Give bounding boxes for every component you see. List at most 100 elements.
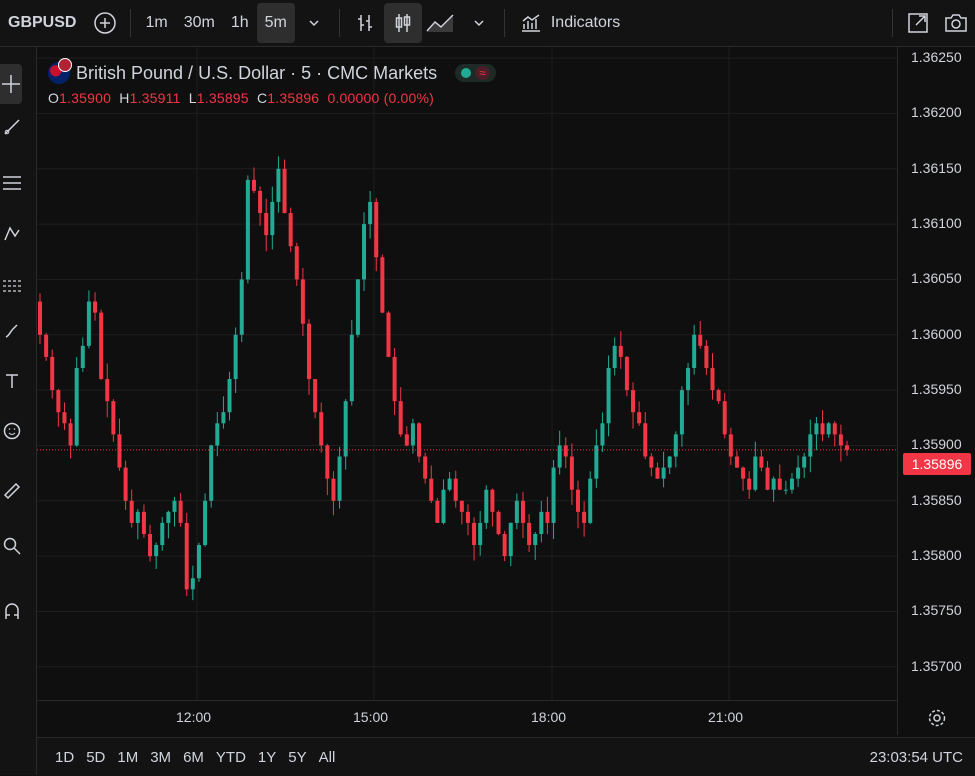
range-5d[interactable]: 5D <box>80 749 111 766</box>
candle-body <box>826 423 831 435</box>
text-tool[interactable] <box>0 367 24 395</box>
candle-body <box>93 301 98 313</box>
market-status-pill[interactable]: ≈ <box>455 64 496 82</box>
candle-body <box>325 445 330 479</box>
candle-body <box>661 467 666 479</box>
forecast-icon <box>3 280 21 292</box>
candle-body <box>563 445 568 457</box>
candle-body <box>796 467 801 479</box>
candle-body <box>56 390 61 413</box>
range-1m[interactable]: 1M <box>111 749 144 766</box>
pattern-tool[interactable] <box>0 219 24 247</box>
zoom-tool[interactable] <box>0 532 24 560</box>
range-all[interactable]: All <box>313 749 342 766</box>
smiley-icon <box>3 422 21 440</box>
chart-type-dropdown[interactable] <box>460 3 498 43</box>
candle-body <box>86 301 91 346</box>
range-1d[interactable]: 1D <box>49 749 80 766</box>
candle-body <box>417 423 422 457</box>
candle-body <box>728 434 733 457</box>
symbol-search-button[interactable]: GBPUSD <box>0 3 86 43</box>
candle-body <box>429 478 434 501</box>
candle-body <box>288 213 293 247</box>
candle-body <box>533 533 538 546</box>
candle-body <box>74 367 79 446</box>
range-5y[interactable]: 5Y <box>282 749 312 766</box>
current-price-tag: 1.35896 <box>903 453 971 475</box>
open-label: O <box>48 90 60 106</box>
range-ytd[interactable]: YTD <box>210 749 252 766</box>
magnet-tool[interactable] <box>0 597 24 625</box>
indicators-button[interactable]: Indicators <box>511 3 628 43</box>
candle-body <box>258 190 263 214</box>
area-chart-type-button[interactable] <box>422 3 460 43</box>
candle-body <box>307 323 311 380</box>
timeframe-30m[interactable]: 30m <box>176 3 223 43</box>
candle-body <box>154 545 159 557</box>
candle-body <box>245 179 250 280</box>
timeframe-1h[interactable]: 1h <box>223 3 257 43</box>
candle-body <box>398 401 403 435</box>
candle-body <box>624 356 629 391</box>
timeframe-dropdown[interactable] <box>295 3 333 43</box>
crosshair-tool[interactable] <box>0 64 22 104</box>
candle-body <box>472 522 477 546</box>
measure-tool[interactable] <box>0 477 24 505</box>
brush-tool[interactable] <box>0 317 24 345</box>
candle-body <box>557 445 562 468</box>
axis-settings-button[interactable] <box>927 708 947 733</box>
candle-body <box>404 434 409 446</box>
timeframe-1m[interactable]: 1m <box>137 3 175 43</box>
candle-body <box>239 279 244 335</box>
candlestick-chart[interactable] <box>37 47 897 735</box>
chart-legend: British Pound / U.S. Dollar · 5 · CMC Ma… <box>48 58 496 106</box>
candle-body <box>545 511 550 523</box>
time-axis[interactable]: 12:00 15:00 18:00 21:00 <box>37 700 897 737</box>
range-1y[interactable]: 1Y <box>252 749 282 766</box>
bar-chart-type-button[interactable] <box>346 3 384 43</box>
symbol-description: British Pound / U.S. Dollar · 5 · CMC Ma… <box>76 62 438 83</box>
prediction-tool[interactable] <box>0 272 24 300</box>
emoji-tool[interactable] <box>0 417 24 445</box>
candle-body <box>300 279 305 324</box>
indicators-label: Indicators <box>550 14 621 31</box>
candle-body <box>716 390 721 402</box>
candle-body <box>618 345 623 357</box>
separator <box>338 9 340 37</box>
candle-body <box>600 423 605 446</box>
candle-body <box>814 423 819 435</box>
candle-body <box>148 533 153 557</box>
candle-body <box>410 423 415 446</box>
candle-body <box>343 401 348 457</box>
candles-chart-type-button[interactable] <box>383 3 422 43</box>
candle-body <box>80 345 85 368</box>
price-tick-label: 1.36200 <box>911 104 962 121</box>
candle-body <box>576 489 580 512</box>
price-axis[interactable]: 1.36250 1.36200 1.36150 1.36100 1.36050 1.360… <box>897 47 975 735</box>
range-3m[interactable]: 3M <box>144 749 177 766</box>
range-6m[interactable]: 6M <box>177 749 210 766</box>
utc-clock[interactable]: 23:03:54 UTC <box>870 749 963 766</box>
price-tick-label: 1.36000 <box>911 325 962 342</box>
candle-body <box>423 456 428 479</box>
candle-body <box>441 489 446 523</box>
timeframe-5m[interactable]: 5m <box>256 3 295 43</box>
candle-body <box>496 511 501 534</box>
fib-tool[interactable] <box>0 169 24 197</box>
high-label: H <box>119 90 130 106</box>
candle-body <box>838 434 843 446</box>
price-tick-label: 1.35750 <box>911 602 962 619</box>
candle-body <box>172 500 177 512</box>
candle-body <box>753 456 758 490</box>
brush-icon <box>5 324 18 338</box>
candle-body <box>502 533 507 557</box>
snapshot-button[interactable] <box>937 3 975 43</box>
trendline-icon <box>4 119 20 135</box>
fullscreen-button[interactable] <box>899 3 937 43</box>
candle-body <box>612 345 617 368</box>
candle-body <box>490 489 495 512</box>
price-tick-label: 1.36250 <box>911 49 962 66</box>
trendline-tool[interactable] <box>0 113 24 141</box>
plus-circle-icon <box>94 12 117 34</box>
compare-add-button[interactable] <box>86 3 124 43</box>
